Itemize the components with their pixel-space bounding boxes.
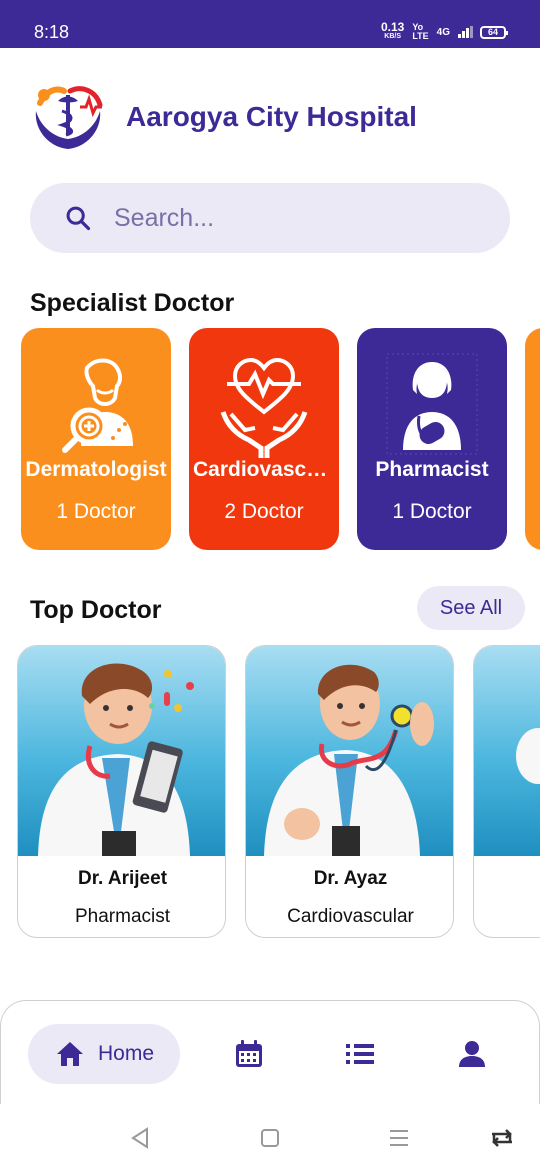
dermatologist-icon	[62, 358, 133, 453]
specialist-name: Dermatologist	[25, 458, 167, 481]
battery-icon: 64	[480, 25, 508, 39]
bottom-navigation: Home	[0, 1000, 540, 1104]
nav-home-label: Home	[98, 1042, 155, 1065]
doctor-photo	[474, 646, 540, 856]
person-icon[interactable]	[457, 1039, 487, 1069]
doctor-illustration-icon	[264, 664, 434, 856]
specialist-card-cardiovascular[interactable]: Cardiovascu... 2 Doctor	[189, 328, 339, 550]
recent-apps-icon[interactable]	[387, 1126, 411, 1150]
specialist-card-dermatologist[interactable]: Dermatologist 1 Doctor	[21, 328, 171, 550]
top-doctor-section-title: Top Doctor	[30, 596, 162, 624]
specialist-card-pharmacist[interactable]: Pharmacist 1 Doctor	[357, 328, 507, 550]
home-icon	[57, 1042, 83, 1066]
rotate-icon[interactable]	[488, 1126, 516, 1150]
system-navigation-bar	[0, 1104, 540, 1170]
specialist-card-partial[interactable]	[525, 328, 540, 550]
home-square-icon[interactable]	[258, 1126, 282, 1150]
search-bar[interactable]	[30, 183, 510, 253]
list-icon[interactable]	[345, 1039, 375, 1069]
specialist-count: 2 Doctor	[224, 500, 304, 523]
doctor-name: Dr. Arijeet	[77, 868, 168, 889]
doctor-photo	[246, 646, 453, 856]
app-screen: 8:18 0.13 KB/S Yo LTE 4G 64 Aarogya City…	[0, 0, 540, 1170]
network-speed-value: 0.13	[380, 20, 405, 34]
doctor-specialty: Pharmacist	[74, 906, 171, 927]
see-all-button[interactable]: See All	[417, 586, 525, 630]
doctor-card-ayaz[interactable]: Dr. Ayaz Cardiovascular	[245, 645, 454, 938]
nav-home-button[interactable]: Home	[28, 1024, 180, 1084]
search-icon	[66, 206, 91, 231]
hospital-name: Aarogya City Hospital	[126, 101, 417, 132]
volte-bottom: LTE	[412, 31, 429, 41]
network-speed: 0.13 KB/S	[380, 20, 405, 42]
app-header: Aarogya City Hospital	[30, 80, 417, 154]
calendar-icon[interactable]	[234, 1039, 264, 1069]
specialist-name: Pharmacist	[375, 458, 489, 481]
status-bar: 8:18 0.13 KB/S Yo LTE 4G 64	[0, 0, 540, 48]
status-time: 8:18	[34, 22, 70, 42]
pharmacist-icon	[386, 353, 478, 455]
network-type: 4G	[436, 26, 450, 38]
specialist-name: Cardiovascu...	[193, 458, 337, 481]
doctor-card-partial[interactable]	[473, 645, 540, 938]
doctor-illustration-icon	[38, 663, 194, 856]
status-indicators: 0.13 KB/S Yo LTE 4G 64	[380, 20, 508, 42]
hospital-logo-icon	[35, 86, 103, 149]
doctor-photo	[18, 646, 225, 856]
doctor-specialty: Cardiovascular	[287, 906, 414, 927]
network-speed-unit: KB/S	[384, 33, 401, 40]
back-icon[interactable]	[128, 1126, 152, 1150]
doctor-illustration-icon	[516, 728, 540, 784]
specialist-section-title: Specialist Doctor	[30, 289, 235, 317]
signal-icon	[458, 26, 473, 38]
specialist-count: 1 Doctor	[392, 500, 472, 523]
doctor-card-arijeet[interactable]: Dr. Arijeet Pharmacist	[17, 645, 226, 938]
heart-care-icon	[220, 357, 308, 458]
doctor-name: Dr. Ayaz	[313, 868, 388, 889]
search-input[interactable]	[114, 203, 454, 233]
volte-indicator: Yo LTE	[412, 23, 428, 41]
specialist-count: 1 Doctor	[56, 500, 136, 523]
